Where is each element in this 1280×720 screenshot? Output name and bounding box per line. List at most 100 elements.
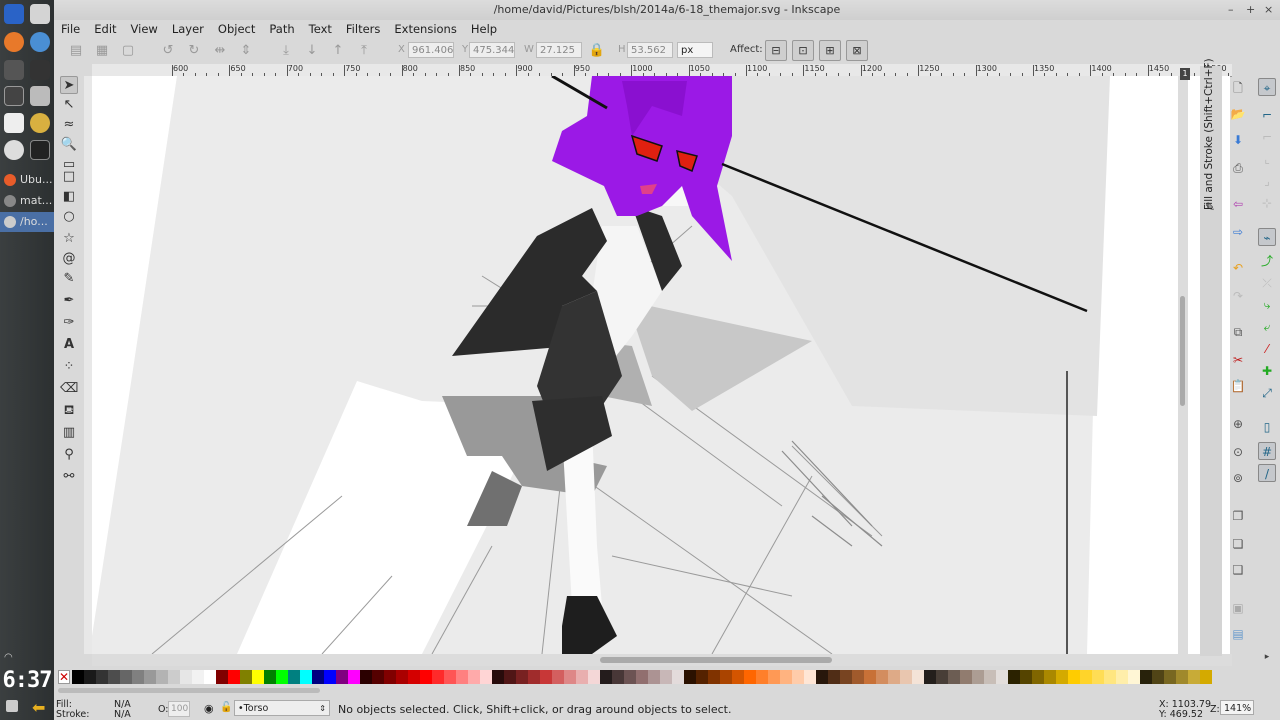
color-swatch[interactable] bbox=[840, 670, 852, 684]
wifi-icon[interactable]: ◠ bbox=[4, 652, 13, 663]
deselect-icon[interactable]: ▢ bbox=[118, 41, 138, 61]
node-tool-icon[interactable]: ↖ bbox=[60, 96, 78, 114]
eraser-tool-icon[interactable]: ⌫ bbox=[60, 380, 78, 398]
menu-filters[interactable]: Filters bbox=[339, 20, 387, 38]
new-document-icon[interactable]: 🗋 bbox=[1230, 80, 1246, 96]
color-swatch[interactable] bbox=[852, 670, 864, 684]
color-swatch[interactable] bbox=[132, 670, 144, 684]
color-swatch[interactable] bbox=[636, 670, 648, 684]
group-icon[interactable]: ▣ bbox=[1230, 600, 1246, 616]
color-swatch[interactable] bbox=[192, 670, 204, 684]
visibility-icon[interactable]: ◉ bbox=[204, 702, 214, 715]
color-swatch[interactable] bbox=[204, 670, 216, 684]
color-swatch[interactable] bbox=[744, 670, 756, 684]
color-swatch[interactable] bbox=[600, 670, 612, 684]
color-swatch[interactable] bbox=[1200, 670, 1212, 684]
snap-cusp-icon[interactable]: ⤷ bbox=[1258, 296, 1276, 314]
menu-object[interactable]: Object bbox=[211, 20, 262, 38]
color-swatch[interactable] bbox=[84, 670, 96, 684]
color-swatch[interactable] bbox=[924, 670, 936, 684]
zoom-selection-icon[interactable]: ⊕ bbox=[1230, 416, 1246, 432]
horizontal-scrollbar[interactable] bbox=[92, 654, 1232, 666]
editor-icon[interactable] bbox=[4, 113, 24, 133]
bucket-tool-icon[interactable]: ⛾ bbox=[60, 402, 78, 420]
no-paint-swatch[interactable]: ✕ bbox=[58, 670, 70, 684]
color-swatch[interactable] bbox=[468, 670, 480, 684]
snap-page-icon[interactable]: ▯ bbox=[1258, 418, 1276, 436]
pencil-tool-icon[interactable]: ✎ bbox=[60, 270, 78, 288]
menu-view[interactable]: View bbox=[124, 20, 165, 38]
color-swatch[interactable] bbox=[336, 670, 348, 684]
task-item[interactable]: Ubu... bbox=[0, 170, 54, 190]
color-swatch[interactable] bbox=[1092, 670, 1104, 684]
color-swatch[interactable] bbox=[108, 670, 120, 684]
export-icon[interactable]: ⇨ bbox=[1230, 224, 1246, 240]
clock[interactable]: 6:37 bbox=[0, 668, 54, 693]
y-field[interactable]: 475.344 bbox=[469, 42, 515, 58]
color-swatch[interactable] bbox=[1008, 670, 1020, 684]
w-field[interactable]: 27.125 bbox=[536, 42, 582, 58]
color-swatch[interactable] bbox=[864, 670, 876, 684]
save-icon[interactable]: ⬇ bbox=[1230, 132, 1246, 148]
task-item[interactable]: mat... bbox=[0, 191, 54, 211]
color-swatch[interactable] bbox=[552, 670, 564, 684]
color-swatch[interactable] bbox=[1116, 670, 1128, 684]
snap-nodes-icon[interactable]: ⌁ bbox=[1258, 228, 1276, 246]
menu-extensions[interactable]: Extensions bbox=[387, 20, 463, 38]
color-swatch[interactable] bbox=[1044, 670, 1056, 684]
ungroup-icon[interactable]: ▤ bbox=[1230, 626, 1246, 642]
color-swatch[interactable] bbox=[156, 670, 168, 684]
menu-file[interactable]: File bbox=[54, 20, 87, 38]
lower-bottom-icon[interactable]: ⤓ bbox=[276, 41, 296, 61]
color-swatch[interactable] bbox=[540, 670, 552, 684]
minimize-button[interactable]: – bbox=[1228, 0, 1234, 20]
color-swatch[interactable] bbox=[780, 670, 792, 684]
close-button[interactable]: × bbox=[1264, 0, 1273, 20]
snap-smooth-icon[interactable]: ⤶ bbox=[1258, 318, 1276, 336]
photos-icon[interactable] bbox=[30, 86, 50, 106]
snap-bbox-corner-icon[interactable]: ⌞ bbox=[1258, 150, 1276, 168]
rotate-cw-icon[interactable]: ↻ bbox=[184, 41, 204, 61]
scale-corners-icon[interactable]: ⊡ bbox=[792, 40, 814, 61]
rotate-ccw-icon[interactable]: ↺ bbox=[158, 41, 178, 61]
color-swatch[interactable] bbox=[648, 670, 660, 684]
duplicate-icon[interactable]: ❐ bbox=[1230, 508, 1246, 524]
cut-icon[interactable]: ✂ bbox=[1230, 352, 1246, 368]
color-swatch[interactable] bbox=[1140, 670, 1152, 684]
layers-badge[interactable]: 1 bbox=[1180, 68, 1190, 80]
color-swatch[interactable] bbox=[624, 670, 636, 684]
color-swatch[interactable] bbox=[672, 670, 684, 684]
zoom-tool-icon[interactable]: 🔍 bbox=[60, 136, 78, 154]
dash-icon[interactable] bbox=[4, 4, 24, 24]
color-swatch[interactable] bbox=[72, 670, 84, 684]
color-swatch[interactable] bbox=[732, 670, 744, 684]
color-swatch[interactable] bbox=[492, 670, 504, 684]
color-swatch[interactable] bbox=[984, 670, 996, 684]
raise-top-icon[interactable]: ⤒ bbox=[354, 41, 374, 61]
color-swatch[interactable] bbox=[408, 670, 420, 684]
vertical-scroll-thumb[interactable] bbox=[1180, 296, 1185, 406]
palette-scroll-thumb[interactable] bbox=[58, 688, 320, 693]
x-field[interactable]: 961.406 bbox=[408, 42, 454, 58]
flip-vertical-icon[interactable]: ⇕ bbox=[236, 41, 256, 61]
color-swatch[interactable] bbox=[420, 670, 432, 684]
flip-horizontal-icon[interactable]: ⇹ bbox=[210, 41, 230, 61]
import-icon[interactable]: ⇦ bbox=[1230, 196, 1246, 212]
color-swatch[interactable] bbox=[276, 670, 288, 684]
layer-select[interactable]: •Torso ⇕ bbox=[234, 700, 330, 716]
gimp-icon[interactable] bbox=[30, 113, 50, 133]
color-swatch[interactable] bbox=[684, 670, 696, 684]
move-gradients-icon[interactable]: ⊞ bbox=[819, 40, 841, 61]
color-swatch[interactable] bbox=[516, 670, 528, 684]
color-swatch[interactable] bbox=[444, 670, 456, 684]
star-tool-icon[interactable]: ☆ bbox=[60, 230, 78, 248]
color-swatch[interactable] bbox=[660, 670, 672, 684]
ellipse-tool-icon[interactable]: ○ bbox=[60, 208, 78, 226]
color-swatch[interactable] bbox=[828, 670, 840, 684]
lock-icon[interactable] bbox=[6, 700, 18, 712]
unlink-clone-icon[interactable]: ❑ bbox=[1230, 562, 1246, 578]
color-swatch[interactable] bbox=[264, 670, 276, 684]
color-swatch[interactable] bbox=[432, 670, 444, 684]
copy-icon[interactable]: ⧉ bbox=[1230, 324, 1246, 340]
open-icon[interactable]: 📂 bbox=[1230, 106, 1246, 122]
